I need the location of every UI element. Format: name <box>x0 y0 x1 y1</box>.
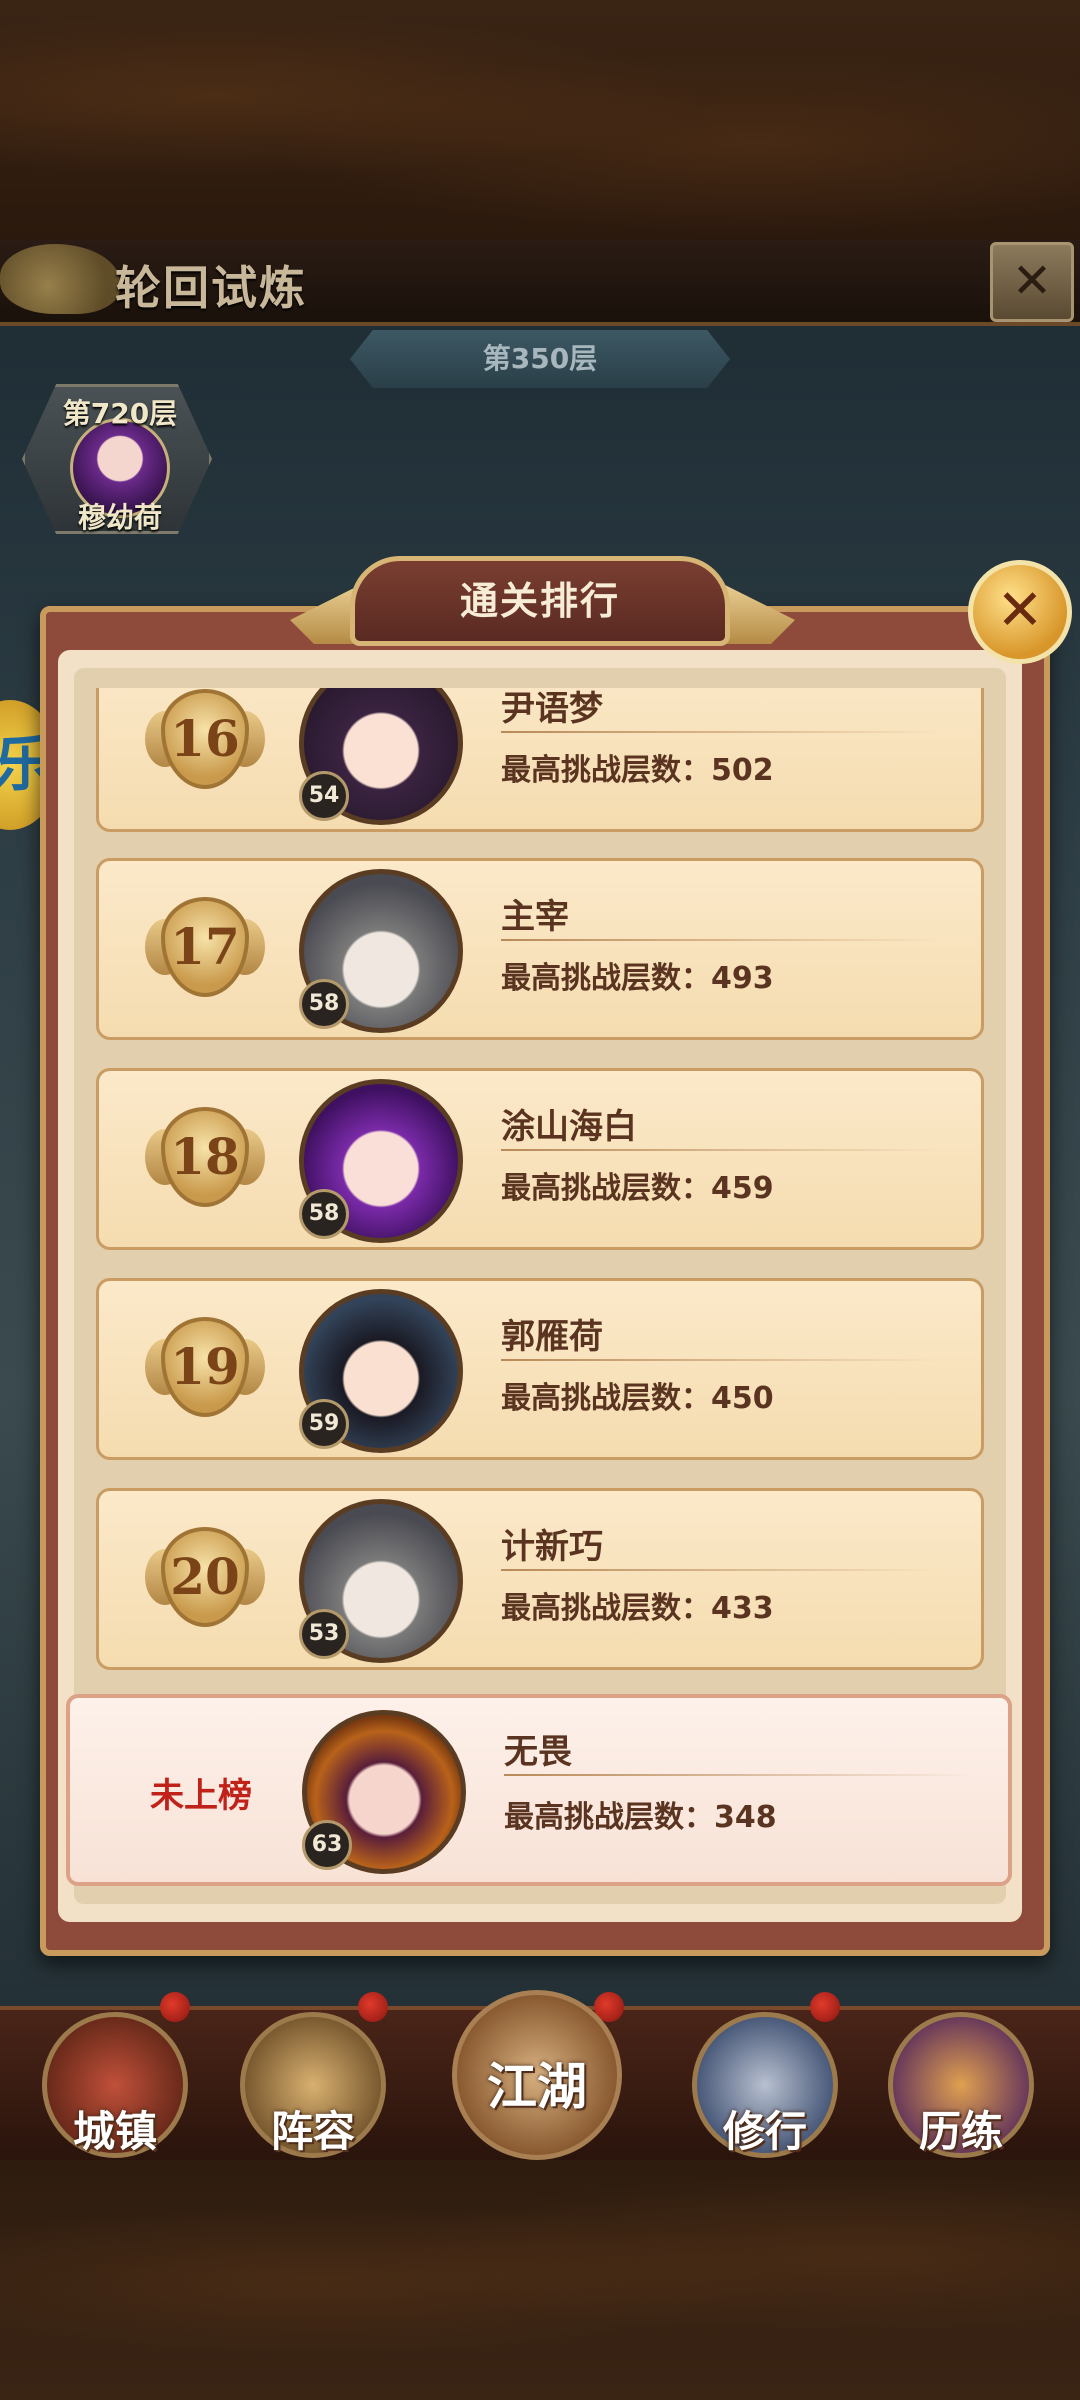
nav-training-label: 历练 <box>918 2107 1003 2156</box>
best-floor-score: 最高挑战层数：433 <box>501 1591 774 1626</box>
nav-town-label: 城镇 <box>72 2107 157 2156</box>
rank-number: 17 <box>161 897 249 997</box>
ranking-row[interactable]: 18 58 涂山海白 最高挑战层数：459 <box>96 1068 984 1250</box>
background-top <box>0 0 1080 240</box>
rank-number: 16 <box>161 689 249 789</box>
top-player-name: 穆幼荷 <box>77 501 162 534</box>
self-best-floor-score: 最高挑战层数：348 <box>504 1800 777 1835</box>
self-rank-status: 未上榜 <box>150 1776 252 1816</box>
current-floor-banner: 第350层 <box>350 330 730 388</box>
level-badge: 54 <box>299 771 349 821</box>
rank-number: 20 <box>161 1527 249 1627</box>
level-badge: 58 <box>299 1189 349 1239</box>
divider <box>501 1569 941 1571</box>
divider <box>501 731 941 733</box>
nav-jianghu-label: 江湖 <box>487 2058 587 2116</box>
divider <box>501 1149 941 1151</box>
panel-close-button[interactable]: ✕ <box>968 560 1072 664</box>
divider <box>501 1359 941 1361</box>
ranking-row[interactable]: 20 53 计新巧 最高挑战层数：433 <box>96 1488 984 1670</box>
player-name: 尹语梦 <box>501 689 603 729</box>
player-name: 计新巧 <box>501 1527 603 1567</box>
best-floor-score: 最高挑战层数：459 <box>501 1171 774 1206</box>
top-close-button[interactable]: ✕ <box>990 242 1074 322</box>
nav-training[interactable]: 历练 <box>888 2012 1034 2158</box>
best-floor-score: 最高挑战层数：450 <box>501 1381 774 1416</box>
rank-medal-icon: 18 <box>145 1107 265 1211</box>
level-badge: 58 <box>299 979 349 1029</box>
notification-dot-icon <box>810 1992 840 2022</box>
rank-medal-icon: 16 <box>145 689 265 793</box>
rank-number: 18 <box>161 1107 249 1207</box>
notification-dot-icon <box>358 1992 388 2022</box>
player-name: 主宰 <box>501 897 569 937</box>
nav-town[interactable]: 城镇 <box>42 2012 188 2158</box>
nav-jianghu[interactable]: 江湖 <box>452 1990 622 2160</box>
self-level-badge: 63 <box>302 1820 352 1870</box>
rank-medal-icon: 19 <box>145 1317 265 1421</box>
divider <box>504 1774 974 1776</box>
rank-medal-icon: 20 <box>145 1527 265 1631</box>
player-name: 郭雁荷 <box>501 1317 603 1357</box>
level-badge: 59 <box>299 1399 349 1449</box>
best-floor-score: 最高挑战层数：502 <box>501 753 774 788</box>
player-name: 涂山海白 <box>501 1107 637 1147</box>
nav-lineup-label: 阵容 <box>270 2107 355 2156</box>
ranking-row[interactable]: 17 58 主宰 最高挑战层数：493 <box>96 858 984 1040</box>
nav-cultivation[interactable]: 修行 <box>692 2012 838 2158</box>
best-floor-score: 最高挑战层数：493 <box>501 961 774 996</box>
divider <box>501 939 941 941</box>
self-ranking-row[interactable]: 未上榜 63 无畏 最高挑战层数：348 <box>66 1694 1012 1886</box>
self-player-name: 无畏 <box>504 1732 572 1772</box>
notification-dot-icon <box>160 1992 190 2022</box>
ranking-row[interactable]: 19 59 郭雁荷 最高挑战层数：450 <box>96 1278 984 1460</box>
rank-medal-icon: 17 <box>145 897 265 1001</box>
rank-number: 19 <box>161 1317 249 1417</box>
top-player-floor: 第720层 <box>62 397 178 430</box>
page-title: 轮回试炼 <box>115 261 307 315</box>
nav-lineup[interactable]: 阵容 <box>240 2012 386 2158</box>
background-bottom <box>0 2160 1080 2400</box>
panel-title: 通关排行 <box>350 556 730 646</box>
level-badge: 53 <box>299 1609 349 1659</box>
nav-cultivation-label: 修行 <box>722 2107 807 2156</box>
